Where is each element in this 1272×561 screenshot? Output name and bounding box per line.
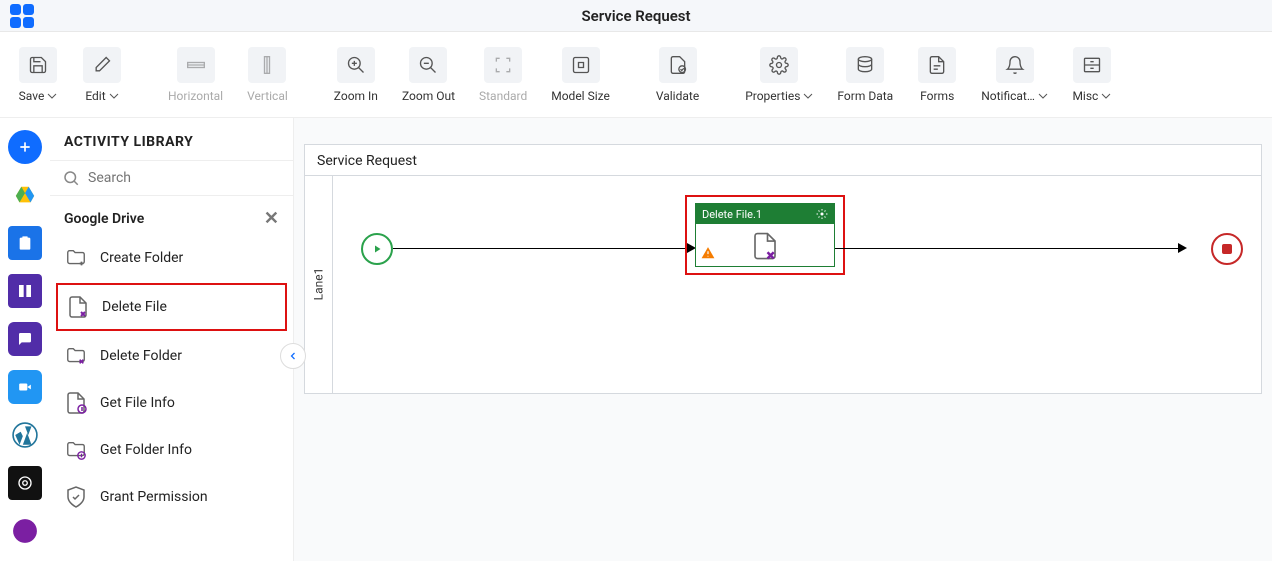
activity-get-folder-info[interactable]: Get Folder Info [50,427,293,473]
add-button[interactable] [8,130,42,164]
validate-button[interactable]: Validate [646,41,709,109]
form-data-button[interactable]: Form Data [827,41,903,109]
vertical-button: Vertical [237,41,298,109]
warning-icon [700,245,716,264]
gear-icon[interactable] [816,208,828,220]
close-icon[interactable]: ✕ [264,208,279,229]
video-icon[interactable] [8,370,42,404]
horizontal-button: Horizontal [158,41,233,109]
search-icon [62,169,80,187]
save-icon [19,47,57,83]
clipboard-icon[interactable] [8,226,42,260]
database-icon [846,47,884,83]
topbar: Service Request [0,0,1272,32]
canvas-area: Service Request Lane1 Delete File.1 [294,118,1272,561]
bell-icon [996,47,1034,83]
save-button[interactable]: Save [8,41,68,109]
fit-standard-icon [484,47,522,83]
activity-delete-folder[interactable]: Delete Folder [50,333,293,379]
search-row [50,161,293,196]
connector [393,248,693,249]
app-logo-icon[interactable] [10,2,38,30]
google-drive-icon[interactable] [8,178,42,212]
activity-delete-file[interactable]: Delete File [56,283,287,331]
folder-plus-icon [64,247,88,269]
delete-file-node[interactable]: Delete File.1 [695,203,835,267]
notifications-button[interactable]: Notificat… [971,41,1058,109]
zoom-out-button[interactable]: Zoom Out [392,41,465,109]
target-icon[interactable] [8,466,42,500]
folder-x-icon [64,345,88,367]
zoom-in-icon [337,47,375,83]
connector [835,248,1183,249]
toolbar: Save Edit Horizontal Vertical Zoom In Zo… [0,32,1272,118]
wordpress-icon[interactable] [8,418,42,452]
process-canvas[interactable]: Service Request Lane1 Delete File.1 [304,144,1262,394]
document-icon [918,47,956,83]
edit-button[interactable]: Edit [72,41,132,109]
activity-library: ACTIVITY LIBRARY Google Drive ✕ Create F… [50,118,294,561]
layout-icon[interactable] [8,274,42,308]
shield-icon [64,485,88,509]
group-header: Google Drive ✕ [50,196,293,235]
zoom-in-button[interactable]: Zoom In [324,41,388,109]
search-input[interactable] [88,170,281,186]
edit-icon [83,47,121,83]
forms-button[interactable]: Forms [907,41,967,109]
lane-label: Lane1 [305,175,333,393]
model-size-button[interactable]: Model Size [541,41,620,109]
activity-grant-permission[interactable]: Grant Permission [50,473,293,521]
activity-create-folder[interactable]: Create Folder [50,235,293,281]
align-vertical-icon [248,47,286,83]
gear-icon [760,47,798,83]
node-header: Delete File.1 [696,204,834,224]
left-rail [0,118,50,561]
chat-icon[interactable] [8,322,42,356]
end-node[interactable] [1211,233,1243,265]
validate-icon [659,47,697,83]
canvas-title: Service Request [317,153,417,169]
file-x-icon [750,230,780,262]
zoom-out-icon [409,47,447,83]
sidebar-title: ACTIVITY LIBRARY [50,118,293,161]
align-horizontal-icon [177,47,215,83]
folder-info-icon [64,439,88,461]
model-size-icon [562,47,600,83]
file-x-icon [66,295,90,319]
standard-button: Standard [469,41,537,109]
activity-get-file-info[interactable]: Get File Info [50,379,293,427]
file-info-icon [64,391,88,415]
purple-circle-icon[interactable] [8,514,42,548]
collapse-sidebar-button[interactable] [280,343,306,369]
misc-button[interactable]: Misc [1062,41,1122,109]
properties-button[interactable]: Properties [735,41,823,109]
arrowhead-icon [1178,243,1187,253]
page-title: Service Request [581,7,690,25]
drawer-icon [1073,47,1111,83]
start-node[interactable] [361,233,393,265]
